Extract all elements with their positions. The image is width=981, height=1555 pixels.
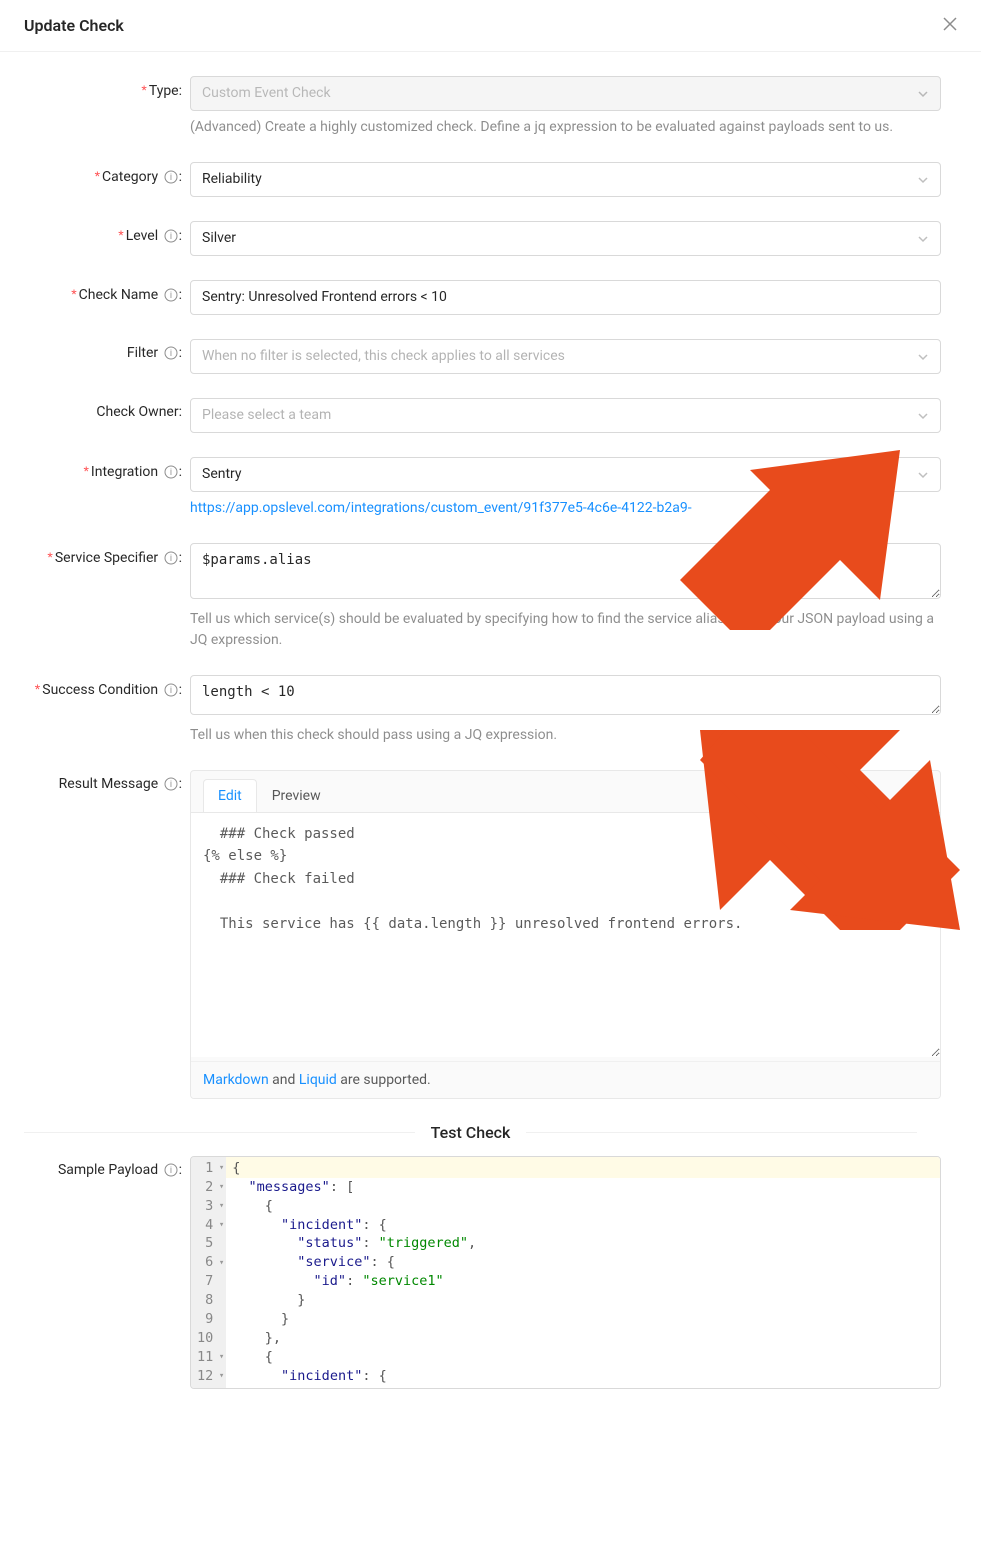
info-icon[interactable]: i <box>164 288 178 302</box>
close-icon <box>943 17 957 31</box>
success-condition-label: *Success Condition i: <box>0 675 190 698</box>
svg-text:i: i <box>170 554 172 564</box>
success-condition-hint: Tell us when this check should pass usin… <box>190 725 941 746</box>
close-button[interactable] <box>943 16 957 35</box>
integration-label: *Integration i: <box>0 457 190 480</box>
test-check-heading: Test Check <box>415 1123 527 1142</box>
check-owner-select[interactable]: Please select a team <box>190 398 941 433</box>
chevron-down-icon <box>917 351 929 363</box>
modal-title: Update Check <box>24 16 124 35</box>
check-name-label: *Check Name i: <box>0 280 190 303</box>
svg-text:i: i <box>170 349 172 359</box>
integration-link[interactable]: https://app.opslevel.com/integrations/cu… <box>190 500 692 516</box>
type-select: Custom Event Check <box>190 76 941 111</box>
svg-text:i: i <box>170 1166 172 1176</box>
category-label: *Category i: <box>0 162 190 185</box>
svg-text:i: i <box>170 173 172 183</box>
info-icon[interactable]: i <box>164 777 178 791</box>
tab-edit[interactable]: Edit <box>203 779 257 812</box>
info-icon[interactable]: i <box>164 1163 178 1177</box>
info-icon[interactable]: i <box>164 170 178 184</box>
tab-preview[interactable]: Preview <box>257 779 336 812</box>
svg-text:i: i <box>170 291 172 301</box>
category-select[interactable]: Reliability <box>190 162 941 197</box>
info-icon[interactable]: i <box>164 229 178 243</box>
type-label: *Type: <box>0 76 190 99</box>
divider <box>526 1132 917 1133</box>
chevron-down-icon <box>917 410 929 422</box>
chevron-down-icon <box>917 233 929 245</box>
svg-text:i: i <box>170 232 172 242</box>
level-select[interactable]: Silver <box>190 221 941 256</box>
service-specifier-label: *Service Specifier i: <box>0 543 190 566</box>
service-specifier-input[interactable] <box>190 543 941 599</box>
filter-label: Filter i: <box>0 339 190 361</box>
info-icon[interactable]: i <box>164 465 178 479</box>
info-icon[interactable]: i <box>164 551 178 565</box>
svg-text:i: i <box>170 780 172 790</box>
chevron-down-icon <box>917 469 929 481</box>
markdown-link[interactable]: Markdown <box>203 1072 269 1088</box>
check-owner-label: Check Owner: <box>0 398 190 420</box>
success-condition-input[interactable] <box>190 675 941 715</box>
svg-text:i: i <box>170 686 172 696</box>
svg-text:i: i <box>170 468 172 478</box>
result-message-footer: Markdown and Liquid are supported. <box>191 1061 940 1098</box>
divider <box>24 1132 415 1133</box>
info-icon[interactable]: i <box>164 683 178 697</box>
chevron-down-icon <box>917 174 929 186</box>
result-message-input[interactable] <box>191 812 940 1057</box>
type-hint: (Advanced) Create a highly customized ch… <box>190 117 941 138</box>
sample-payload-editor[interactable]: 1▾2▾3▾4▾56▾7891011▾12▾ { "messages": [ {… <box>190 1156 941 1389</box>
integration-select[interactable]: Sentry <box>190 457 941 492</box>
info-icon[interactable]: i <box>164 346 178 360</box>
service-specifier-hint: Tell us which service(s) should be evalu… <box>190 609 941 651</box>
sample-payload-label: Sample Payload i: <box>0 1156 190 1178</box>
filter-select[interactable]: When no filter is selected, this check a… <box>190 339 941 374</box>
chevron-down-icon <box>917 88 929 100</box>
result-message-label: Result Message i: <box>0 770 190 792</box>
liquid-link[interactable]: Liquid <box>299 1072 337 1088</box>
check-name-input[interactable] <box>190 280 941 315</box>
level-label: *Level i: <box>0 221 190 244</box>
